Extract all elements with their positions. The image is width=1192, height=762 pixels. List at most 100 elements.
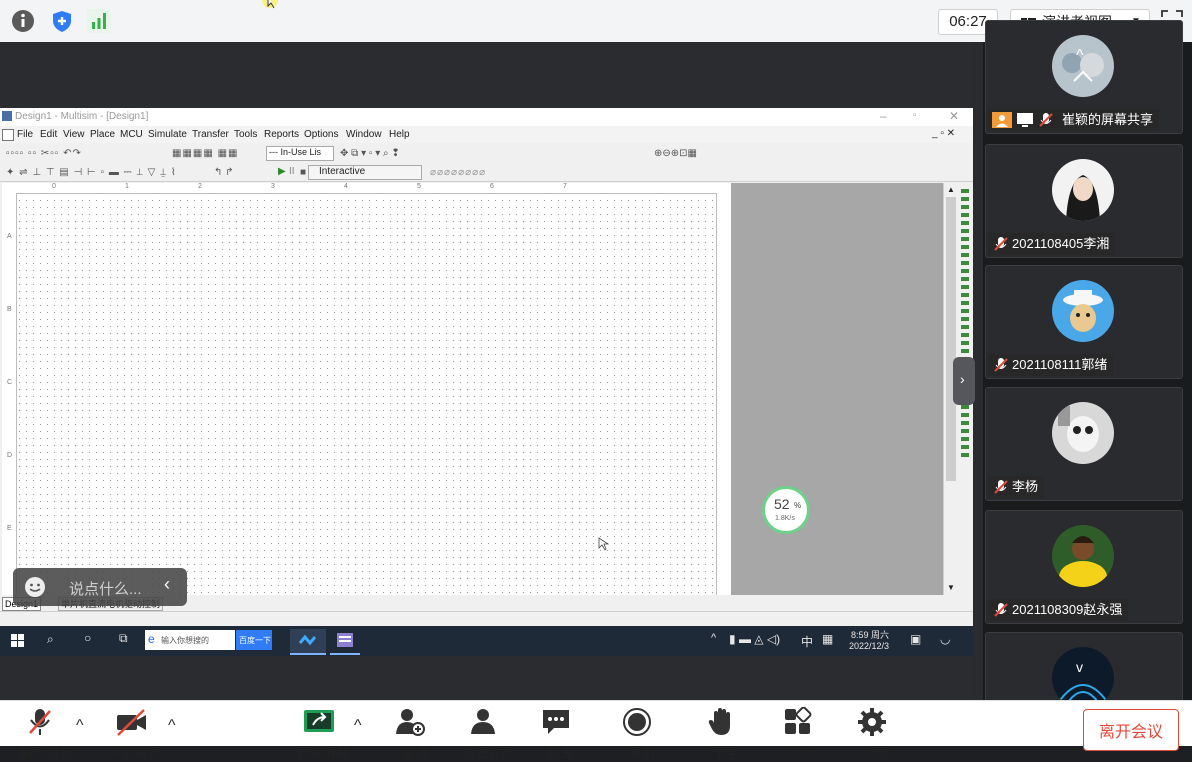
interactive-mode-select[interactable]: Interactive — [308, 165, 422, 180]
cortana-icon[interactable]: ○ — [84, 631, 91, 645]
standard-toolbar: ▫▫▫▫ ▫▫ ✂▫▫ ↶↷ ▦▦▦▦ ▦▦ --- In-Use Lis ✥ … — [0, 144, 973, 162]
desktop-icon[interactable]: ▣ — [910, 632, 921, 646]
toolbar-icons-mid[interactable]: ✥ ⧉ ▾ ▫ ▾ ⌕ ❢ — [340, 148, 400, 159]
close-icon[interactable]: ✕ — [949, 109, 959, 123]
share-screen-button[interactable]: 共享屏幕 — [297, 707, 349, 761]
instrument-icons[interactable]: ⌀⌀⌀⌀⌀⌀⌀⌀ — [430, 167, 486, 178]
mdi-controls[interactable]: _ ▫ ✕ — [932, 128, 955, 139]
keyboard-icon[interactable]: ▦ — [822, 632, 833, 646]
participant-name-tag: 崔颖的屏幕共享 — [988, 109, 1160, 131]
restore-icon[interactable]: ▫ — [913, 110, 917, 121]
participant-card[interactable]: 2021108309赵永强 — [985, 510, 1183, 624]
col-label: 2 — [198, 183, 202, 190]
unmute-button[interactable]: 解除静音 — [21, 707, 73, 761]
menu-reports[interactable]: Reports — [264, 129, 299, 140]
start-video-label: 开启视频 — [108, 746, 161, 761]
baidu-search-input[interactable]: e 输入你想搜的 — [145, 630, 235, 650]
share-screen-icon — [304, 710, 334, 732]
share-options-chevron-icon[interactable]: ^ — [354, 717, 362, 735]
chevron-up-icon[interactable]: ^ — [1076, 47, 1084, 65]
quick-chat-box[interactable]: 说点什么... ‹ — [13, 568, 187, 606]
audio-options-chevron-icon[interactable]: ^ — [76, 717, 84, 735]
menu-transfer[interactable]: Transfer — [192, 129, 229, 140]
multisim-taskbar-app[interactable] — [330, 629, 360, 655]
run-icon[interactable]: ▶ — [278, 166, 286, 177]
network-speed-bubble[interactable]: 52 % 1.8K/s — [762, 486, 810, 534]
collapse-panel-button[interactable]: › — [953, 357, 975, 405]
menu-place[interactable]: Place — [90, 129, 115, 140]
host-icon — [992, 112, 1012, 128]
menu-file[interactable]: File — [17, 129, 33, 140]
menu-window[interactable]: Window — [346, 129, 382, 140]
toolbar-icons-view[interactable]: ▦▦▦▦ ▦▦ — [172, 148, 238, 159]
scroll-thumb[interactable] — [946, 197, 956, 481]
apps-icon — [785, 706, 812, 734]
right-ruler — [716, 193, 731, 595]
record-button[interactable]: 录制 — [622, 707, 655, 761]
chat-button[interactable]: 聊天 — [541, 707, 574, 761]
apps-button[interactable]: 应用 — [783, 706, 816, 761]
tencent-meeting-taskbar-app[interactable] — [290, 629, 326, 655]
mic-muted-icon — [993, 357, 1009, 373]
menu-mcu[interactable]: MCU — [120, 129, 143, 140]
participant-card[interactable]: 李杨 — [985, 387, 1183, 501]
signal-icon[interactable] — [87, 9, 111, 33]
menu-tools[interactable]: Tools — [234, 129, 257, 140]
schematic-canvas[interactable]: 0 1 2 3 4 5 6 7 A B C D E — [2, 183, 731, 595]
toolbar-icons-left[interactable]: ▫▫▫▫ ▫▫ ✂▫▫ ↶↷ — [6, 148, 82, 159]
row-label: E — [7, 525, 12, 532]
stop-icon[interactable]: ■ — [300, 167, 306, 178]
col-label: 1 — [125, 183, 129, 190]
windows-start-icon[interactable] — [11, 634, 24, 652]
settings-button[interactable]: 设置 — [857, 707, 890, 761]
info-icon[interactable] — [11, 9, 35, 33]
minimize-icon[interactable]: – — [880, 109, 887, 123]
tray-icons[interactable]: ▮ ▬ ◬ ◁) — [729, 632, 780, 646]
pause-icon[interactable]: II — [289, 166, 295, 177]
menu-options[interactable]: Options — [304, 129, 338, 140]
camera-off-icon — [117, 709, 146, 736]
row-label: A — [7, 233, 12, 240]
chevron-right-icon: › — [960, 371, 965, 387]
menu-help[interactable]: Help — [389, 129, 410, 140]
members-label: 成员(78) — [463, 746, 513, 761]
mouse-cursor-icon — [262, 0, 278, 15]
chevron-down-icon[interactable]: v — [1076, 659, 1083, 675]
emoji-icon[interactable] — [24, 576, 46, 603]
participant-card[interactable]: ^ 崔颖的屏幕共享 — [985, 20, 1183, 134]
video-options-chevron-icon[interactable]: ^ — [168, 717, 176, 735]
menu-simulate[interactable]: Simulate — [148, 129, 187, 140]
component-icons[interactable]: ✦ ⇌ ⊥ ⊤ ▤ ⊣ ⊢ ▫ ▬ ⎓ ⟂ ▽ ⍊ ⌇ — [6, 167, 177, 178]
collapse-chevron-icon[interactable]: ‹ — [164, 574, 170, 595]
baidu-search-button[interactable]: 百度一下 — [236, 630, 272, 650]
taskbar-time: 8:59 周六 — [851, 630, 890, 640]
wire-icons[interactable]: ↰ ↱ — [214, 167, 234, 178]
menu-edit[interactable]: Edit — [40, 129, 57, 140]
mic-muted-icon — [993, 479, 1009, 495]
document-icon — [2, 129, 14, 141]
inuse-list-select[interactable]: --- In-Use Lis — [266, 146, 334, 161]
col-label: 5 — [417, 183, 421, 190]
scroll-up-icon[interactable]: ▲ — [947, 185, 955, 194]
participant-card[interactable]: 2021108405李湘 — [985, 144, 1183, 258]
ime-indicator[interactable]: 中 — [801, 633, 813, 650]
notification-icon[interactable]: ◡ — [940, 632, 950, 646]
invite-button[interactable]: 邀请 — [395, 707, 428, 761]
raise-hand-button[interactable]: 举手 — [706, 707, 739, 761]
shield-icon[interactable] — [50, 9, 74, 33]
instrument-icon-strip[interactable] — [961, 189, 969, 459]
tray-chevron-icon[interactable]: ^ — [711, 632, 716, 644]
participant-card[interactable]: 2021108111郭绪 — [985, 265, 1183, 379]
search-icon[interactable]: ⌕ — [47, 632, 54, 647]
members-button[interactable]: 成员(78) — [463, 707, 513, 761]
menu-view[interactable]: View — [63, 129, 85, 140]
chat-icon — [543, 710, 569, 734]
scroll-down-icon[interactable]: ▼ — [947, 583, 955, 592]
participant-name: 2021108309赵永强 — [1012, 602, 1123, 617]
baidu-search-button-label: 百度一下 — [239, 636, 271, 645]
start-video-button[interactable]: 开启视频 — [109, 707, 161, 761]
zoom-icons[interactable]: ⊕⊖⊕⊡▦ — [654, 148, 697, 159]
ie-icon: e — [148, 632, 155, 646]
chat-placeholder[interactable]: 说点什么... — [69, 578, 142, 599]
task-view-icon[interactable]: ⧉ — [119, 631, 128, 646]
